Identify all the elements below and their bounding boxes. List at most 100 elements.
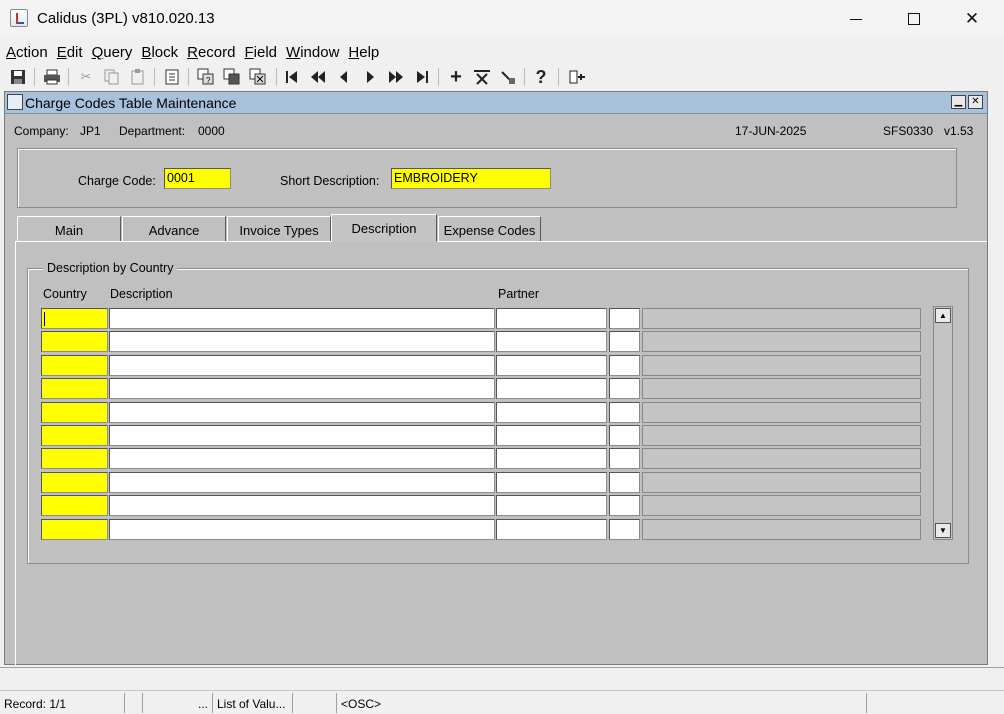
description-field[interactable] [109, 518, 495, 540]
menu-field[interactable]: Field [239, 41, 278, 63]
form-title-bar: Charge Codes Table Maintenance ▁ ✕ [5, 92, 987, 114]
partner-lookup-field[interactable] [609, 518, 640, 540]
partner-field[interactable] [496, 401, 607, 423]
description-field[interactable] [109, 471, 495, 493]
partner-name-display [642, 518, 921, 540]
next-block-icon[interactable] [386, 67, 406, 87]
tab-expense-codes[interactable]: Expense Codes [438, 216, 541, 241]
partner-lookup-field[interactable] [609, 354, 640, 376]
country-field[interactable] [41, 448, 108, 470]
partner-lookup-field[interactable] [609, 401, 640, 423]
print-icon[interactable] [42, 67, 62, 87]
country-field[interactable] [41, 495, 108, 517]
partner-field[interactable] [496, 378, 607, 400]
description-field[interactable] [109, 308, 495, 329]
partner-name-display [642, 401, 921, 423]
partner-lookup-field[interactable] [609, 308, 640, 329]
partner-lookup-field[interactable] [609, 495, 640, 517]
tab-advance[interactable]: Advance [122, 216, 226, 241]
paste-icon[interactable] [128, 67, 148, 87]
menu-record[interactable]: Record [181, 41, 235, 63]
partner-field[interactable] [496, 331, 607, 353]
text-cursor [44, 312, 45, 326]
cancel-query-icon[interactable] [248, 67, 268, 87]
partner-field[interactable] [496, 518, 607, 540]
partner-lookup-field[interactable] [609, 471, 640, 493]
tab-invoice-types[interactable]: Invoice Types [227, 216, 331, 241]
partner-lookup-field[interactable] [609, 425, 640, 446]
partner-name-display [642, 471, 921, 493]
status-bar: Record: 1/1 ... List of Valu... <OSC> [0, 693, 1004, 714]
menu-window[interactable]: Window [280, 41, 339, 63]
short-description-field[interactable]: EMBROIDERY [391, 168, 551, 189]
previous-record-icon[interactable] [334, 67, 354, 87]
table-row [41, 401, 921, 424]
partner-field[interactable] [496, 471, 607, 493]
table-row [41, 518, 921, 541]
partner-name-display [642, 308, 921, 329]
column-header-country: Country [43, 287, 87, 301]
exit-icon[interactable] [567, 67, 587, 87]
previous-block-icon[interactable] [308, 67, 328, 87]
delete-record-icon[interactable] [472, 67, 492, 87]
clear-icon[interactable] [162, 67, 182, 87]
rows-vertical-scrollbar[interactable]: ▲ ▼ [933, 306, 953, 540]
partner-lookup-field[interactable] [609, 331, 640, 353]
country-field[interactable] [41, 354, 108, 376]
company-label: Company: [14, 124, 69, 138]
form-close-button[interactable]: ✕ [968, 95, 983, 109]
partner-field[interactable] [496, 448, 607, 470]
menu-edit[interactable]: Edit [51, 41, 83, 63]
partner-lookup-field[interactable] [609, 448, 640, 470]
clear-record-icon[interactable] [498, 67, 518, 87]
country-field[interactable] [41, 471, 108, 493]
save-icon[interactable] [8, 67, 28, 87]
insert-record-icon[interactable]: + [446, 66, 466, 88]
partner-field[interactable] [496, 495, 607, 517]
partner-field[interactable] [496, 308, 607, 329]
table-row [41, 471, 921, 494]
country-field[interactable] [41, 308, 108, 329]
partner-field[interactable] [496, 354, 607, 376]
description-field[interactable] [109, 331, 495, 353]
execute-query-icon[interactable] [222, 67, 242, 87]
menu-query[interactable]: Query [86, 41, 133, 63]
cut-icon[interactable]: ✂ [76, 67, 96, 87]
description-field[interactable] [109, 378, 495, 400]
tab-main[interactable]: Main [17, 216, 121, 241]
partner-field[interactable] [496, 425, 607, 446]
description-field[interactable] [109, 354, 495, 376]
description-field[interactable] [109, 425, 495, 446]
maximize-button[interactable] [885, 0, 943, 38]
toolbar-separator [188, 68, 189, 86]
next-record-icon[interactable] [360, 67, 380, 87]
form-minimize-button[interactable]: ▁ [951, 95, 966, 109]
description-field[interactable] [109, 401, 495, 423]
tab-description[interactable]: Description [331, 214, 437, 242]
country-field[interactable] [41, 378, 108, 400]
menu-block[interactable]: Block [135, 41, 178, 63]
minimize-icon [850, 18, 862, 20]
department-label: Department: [119, 124, 186, 138]
partner-name-display [642, 354, 921, 376]
first-record-icon[interactable] [282, 67, 302, 87]
table-row [41, 308, 921, 330]
menu-help[interactable]: Help [342, 41, 379, 63]
charge-code-field[interactable]: 0001 [164, 168, 231, 189]
partner-lookup-field[interactable] [609, 378, 640, 400]
description-field[interactable] [109, 495, 495, 517]
country-field[interactable] [41, 518, 108, 540]
country-field[interactable] [41, 331, 108, 353]
description-field[interactable] [109, 448, 495, 470]
help-icon[interactable]: ? [531, 67, 551, 87]
scroll-up-icon[interactable]: ▲ [935, 308, 951, 323]
enter-query-icon[interactable]: ? [196, 67, 216, 87]
close-button[interactable]: ✕ [943, 0, 1001, 38]
scroll-down-icon[interactable]: ▼ [935, 523, 951, 538]
menu-action[interactable]: Action [0, 41, 48, 63]
country-field[interactable] [41, 425, 108, 446]
last-record-icon[interactable] [412, 67, 432, 87]
country-field[interactable] [41, 401, 108, 423]
copy-icon[interactable] [102, 67, 122, 87]
minimize-button[interactable] [827, 0, 885, 38]
